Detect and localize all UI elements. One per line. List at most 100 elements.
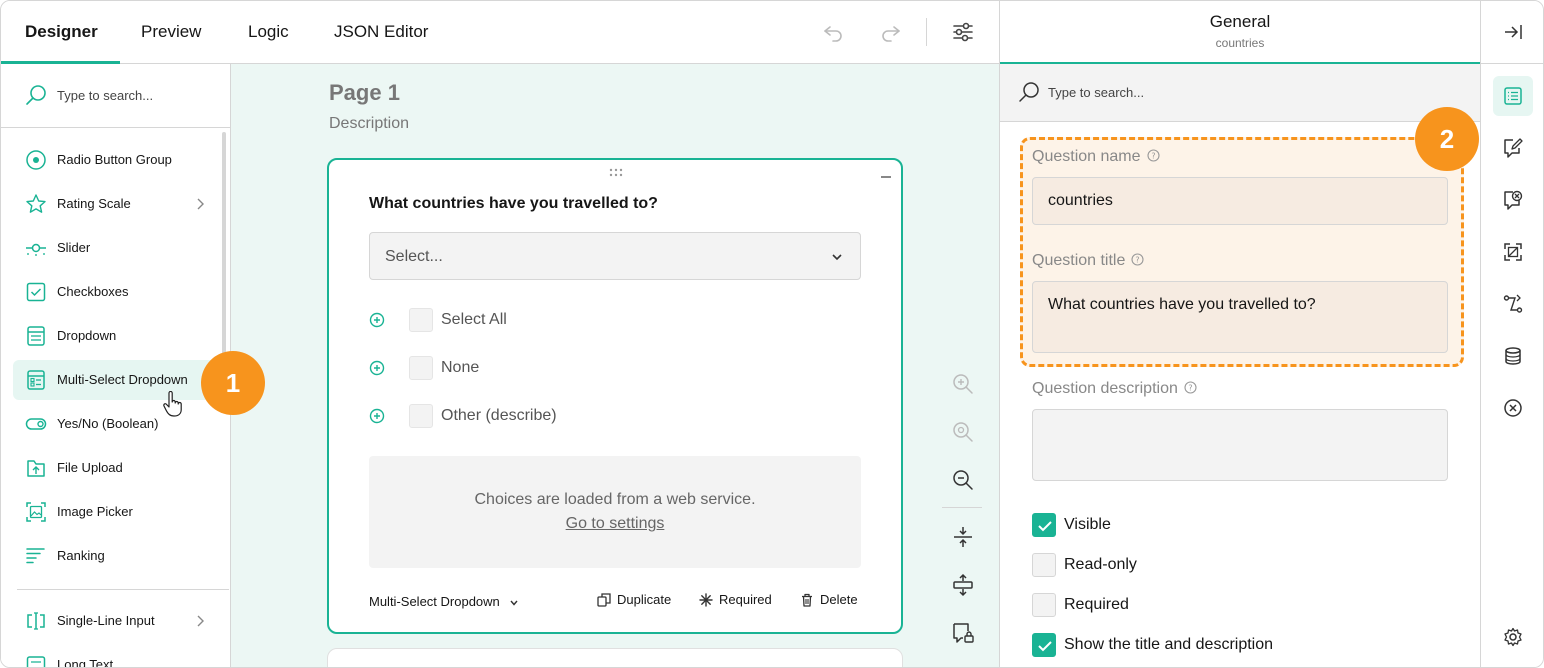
lock-comment-icon[interactable] xyxy=(951,621,975,645)
drag-handle-icon[interactable] xyxy=(609,168,623,178)
file-upload-icon xyxy=(27,460,45,477)
checkbox-label: Show the title and description xyxy=(1064,636,1274,653)
property-search[interactable]: Type to search... xyxy=(1000,64,1480,122)
zoom-in-icon[interactable] xyxy=(951,372,975,396)
chevron-right-icon[interactable] xyxy=(195,614,205,628)
toolbox-item-radio-button-group[interactable]: Radio Button Group xyxy=(13,140,219,180)
question-type-selector[interactable]: Multi-Select Dropdown xyxy=(369,594,519,609)
settings-button[interactable] xyxy=(1493,617,1533,657)
toolbox-divider xyxy=(17,589,229,590)
question-title[interactable]: What countries have you travelled to? xyxy=(369,195,658,213)
toolbox-scrollbar[interactable] xyxy=(222,132,226,372)
category-layout-button[interactable] xyxy=(1493,232,1533,272)
collapse-panel-button[interactable] xyxy=(1493,12,1533,52)
question-title-textarea[interactable]: What countries have you travelled to? xyxy=(1032,281,1448,353)
add-choice-icon[interactable] xyxy=(369,312,385,328)
toolbox-item-long-text[interactable]: Long Text xyxy=(13,645,219,668)
help-icon[interactable]: ? xyxy=(1131,253,1144,266)
checkbox-unchecked[interactable] xyxy=(1032,593,1056,617)
category-validation-button[interactable] xyxy=(1493,180,1533,220)
choice-label[interactable]: Select All xyxy=(441,311,507,329)
toolbox-item-rating-scale[interactable]: Rating Scale xyxy=(13,184,219,224)
tab-logic[interactable]: Logic xyxy=(248,1,289,63)
toolbox-item-dropdown[interactable]: Dropdown xyxy=(13,316,219,356)
question-card[interactable]: What countries have you travelled to? Se… xyxy=(327,158,903,634)
zoom-to-fit-icon[interactable] xyxy=(951,420,975,444)
add-choice-icon[interactable] xyxy=(369,408,385,424)
question-type-label: Multi-Select Dropdown xyxy=(369,594,500,609)
duplicate-icon xyxy=(597,593,611,607)
toolbox-item-multi-select-dropdown[interactable]: Multi-Select Dropdown xyxy=(13,360,219,400)
select-placeholder: Select... xyxy=(385,248,443,265)
tab-preview[interactable]: Preview xyxy=(141,1,201,63)
check-icon xyxy=(1038,641,1052,652)
choice-checkbox[interactable] xyxy=(409,308,433,332)
choice-checkbox[interactable] xyxy=(409,404,433,428)
category-data-button[interactable] xyxy=(1493,336,1533,376)
ranking-icon xyxy=(26,548,45,564)
choice-label[interactable]: None xyxy=(441,359,479,377)
question-description-textarea[interactable] xyxy=(1032,409,1448,481)
general-list-icon xyxy=(1504,87,1522,105)
tab-json-editor[interactable]: JSON Editor xyxy=(334,1,428,63)
toolbox-item-image-picker[interactable]: Image Picker xyxy=(13,492,219,532)
toolbox-item-single-line-input[interactable]: Single-Line Input xyxy=(13,601,219,641)
expand-all-icon[interactable] xyxy=(951,573,975,597)
checkbox-icon xyxy=(26,282,46,302)
next-question-card[interactable] xyxy=(327,648,903,667)
checkbox-unchecked[interactable] xyxy=(1032,553,1056,577)
toolbox-item-file-upload[interactable]: File Upload xyxy=(13,448,219,488)
page-title[interactable]: Page 1 xyxy=(329,80,400,106)
help-icon[interactable]: ? xyxy=(1184,381,1197,394)
delete-button[interactable]: Delete xyxy=(800,592,858,607)
logic-icon xyxy=(1503,294,1523,313)
toolbox-item-label: Multi-Select Dropdown xyxy=(57,372,188,387)
toolbox-item-ranking[interactable]: Ranking xyxy=(13,536,219,576)
collapse-right-icon xyxy=(1505,25,1522,39)
undo-icon[interactable] xyxy=(821,19,847,45)
category-logic-button[interactable] xyxy=(1493,284,1533,324)
trash-icon xyxy=(802,593,812,607)
add-choice-icon[interactable] xyxy=(369,360,385,376)
help-icon[interactable]: ? xyxy=(1146,149,1160,162)
settings-sliders-icon[interactable] xyxy=(950,19,976,45)
toolbox-search[interactable]: Type to search... xyxy=(1,64,230,128)
choice-item: Select All xyxy=(369,308,669,332)
hand-pointer-icon xyxy=(163,391,182,417)
gear-icon xyxy=(1504,627,1522,647)
choice-checkbox[interactable] xyxy=(409,356,433,380)
property-object-name: countries xyxy=(1215,36,1265,50)
page-description[interactable]: Description xyxy=(329,115,409,133)
callout-badge-1: 1 xyxy=(201,351,265,415)
question-select-dropdown[interactable]: Select... xyxy=(369,232,861,280)
question-name-input[interactable]: countries xyxy=(1032,177,1448,225)
sidebar-divider xyxy=(1481,63,1543,64)
toolbox-item-label: Slider xyxy=(57,240,91,255)
choice-label[interactable]: Other (describe) xyxy=(441,407,557,425)
collapse-icon[interactable] xyxy=(881,176,891,178)
duplicate-button[interactable]: Duplicate xyxy=(597,592,671,607)
edit-comment-icon xyxy=(1504,138,1523,158)
required-button[interactable]: Required xyxy=(699,592,772,607)
checkbox-checked[interactable] xyxy=(1032,633,1056,657)
toolbox-item-label: Yes/No (Boolean) xyxy=(57,416,159,431)
checkbox-label: Visible xyxy=(1064,516,1111,533)
chevron-right-icon[interactable] xyxy=(195,197,205,211)
text-input-icon xyxy=(27,612,45,630)
category-clear-button[interactable] xyxy=(1493,388,1533,428)
toolbox-item-slider[interactable]: Slider xyxy=(13,228,219,268)
question-title-value: What countries have you travelled to? xyxy=(1048,296,1316,313)
toolbox-item-boolean[interactable]: Yes/No (Boolean) xyxy=(13,404,219,444)
collapse-all-icon[interactable] xyxy=(951,525,975,549)
checkbox-checked[interactable] xyxy=(1032,513,1056,537)
zoom-out-icon[interactable] xyxy=(951,468,975,492)
search-icon xyxy=(26,85,46,105)
category-edit-button[interactable] xyxy=(1493,128,1533,168)
go-to-settings-link[interactable]: Go to settings xyxy=(369,515,861,533)
tab-designer[interactable]: Designer xyxy=(1,1,120,64)
category-general-button[interactable] xyxy=(1493,76,1533,116)
redo-icon[interactable] xyxy=(877,19,903,45)
toolbox-item-label: Long Text xyxy=(57,657,114,668)
toolbox-item-checkboxes[interactable]: Checkboxes xyxy=(13,272,219,312)
choice-item: Other (describe) xyxy=(369,404,669,428)
